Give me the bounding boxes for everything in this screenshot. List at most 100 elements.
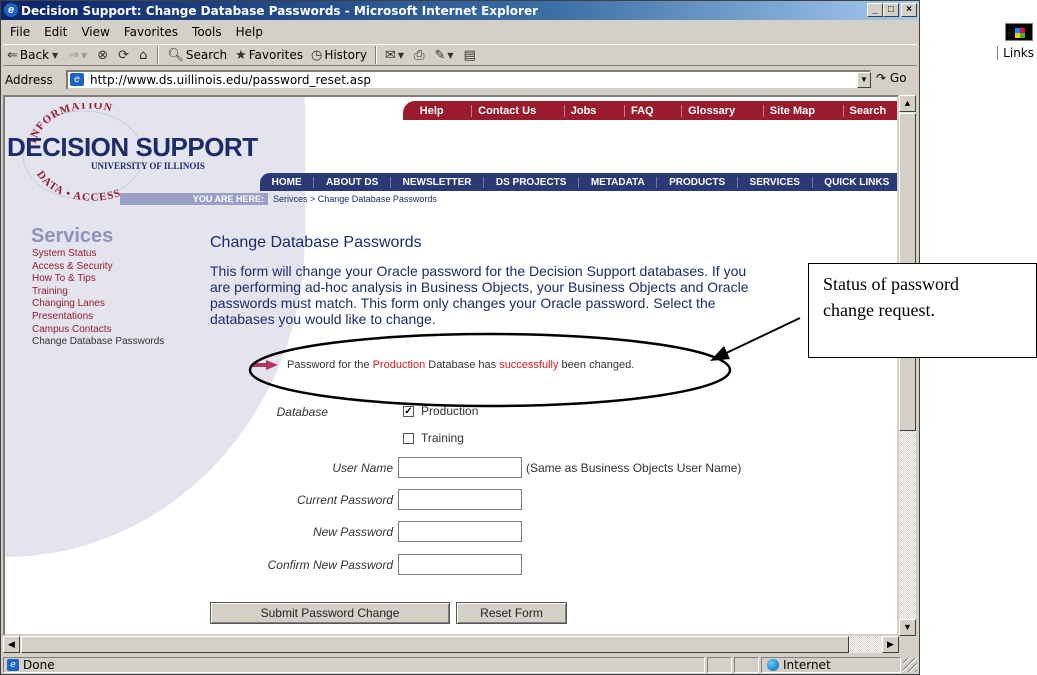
toolbar-separator (375, 46, 378, 64)
home-button[interactable]: ⌂ (139, 48, 149, 63)
security-zone-panel: Internet (761, 657, 901, 673)
confirm-password-label: Confirm New Password (267, 558, 393, 572)
dropdown-icon: ▼ (52, 50, 59, 60)
refresh-button[interactable]: ⟳ (118, 48, 131, 63)
nav-faq[interactable]: FAQ (623, 104, 660, 117)
print-button[interactable]: ⎙ (414, 48, 426, 63)
menu-tools[interactable]: Tools (192, 25, 222, 39)
nav-products[interactable]: PRODUCTS (656, 176, 736, 188)
scroll-right-button[interactable]: ▶ (882, 636, 899, 653)
go-button[interactable]: ↷ Go (876, 71, 907, 85)
current-password-label: Current Password (296, 493, 393, 507)
print-icon: ⎙ (414, 47, 425, 63)
mail-button[interactable]: ✉ ▼ (385, 48, 406, 63)
menu-file[interactable]: File (10, 25, 30, 39)
menu-edit[interactable]: Edit (44, 25, 67, 39)
nav-site-map[interactable]: Site Map (762, 104, 821, 117)
forward-button[interactable]: ⇒ ▼ (68, 48, 89, 63)
page-viewport: Help Contact Us Jobs FAQ Glossary Site M… (3, 95, 899, 636)
links-button[interactable]: Links (997, 46, 1034, 60)
username-hint: (Same as Business Objects User Name) (526, 461, 742, 475)
username-input[interactable] (398, 457, 522, 478)
close-button[interactable]: × (901, 3, 917, 17)
horizontal-scroll-thumb[interactable] (21, 636, 849, 653)
nav-ds-projects[interactable]: DS PROJECTS (483, 176, 578, 188)
svg-text:DATA • ACCESS: DATA • ACCESS (34, 169, 123, 204)
nav-contact-us[interactable]: Contact Us (471, 104, 542, 117)
sidebar-item-changing-lanes[interactable]: Changing Lanes (32, 298, 164, 311)
menu-view[interactable]: View (81, 25, 109, 39)
back-button[interactable]: ⇐ Back ▼ (7, 48, 60, 63)
page-title: Change Database Passwords (210, 234, 422, 251)
nav-quick-links[interactable]: QUICK LINKS (811, 176, 897, 188)
sidebar-item-change-database-passwords[interactable]: Change Database Passwords (32, 336, 164, 349)
address-dropdown-button[interactable]: ▼ (857, 72, 871, 88)
nav-newsletter[interactable]: NEWSLETTER (389, 176, 483, 188)
section-title: Services (31, 225, 114, 247)
discuss-button[interactable]: ▤ (464, 48, 478, 63)
stop-button[interactable]: ⊗ (97, 48, 110, 63)
current-password-input[interactable] (398, 489, 522, 510)
favorites-icon: ★ (235, 47, 247, 63)
submit-password-change-button[interactable]: Submit Password Change (210, 602, 450, 624)
favorites-button[interactable]: ★ Favorites (235, 48, 303, 63)
status-bar: e Done Internet (1, 655, 918, 674)
menu-bar: File Edit View Favorites Tools Help (3, 22, 917, 42)
utility-nav: Help Contact Us Jobs FAQ Glossary Site M… (403, 101, 897, 120)
sidebar-item-presentations[interactable]: Presentations (32, 311, 164, 324)
back-arrow-icon: ⇐ (7, 47, 18, 63)
username-label: User Name (332, 461, 393, 475)
menu-help[interactable]: Help (236, 25, 263, 39)
edit-button[interactable]: ✎ ▼ (434, 48, 455, 63)
resize-grip[interactable] (903, 658, 917, 672)
ie-logo-icon: e (4, 3, 18, 17)
internet-globe-icon (767, 659, 779, 671)
site-logo-university: UNIVERSITY OF ILLINOIS (91, 161, 205, 171)
scroll-left-button[interactable]: ◀ (3, 636, 20, 653)
scroll-down-button[interactable]: ▼ (899, 619, 916, 636)
nav-search[interactable]: Search (842, 104, 893, 117)
nav-metadata[interactable]: METADATA (578, 176, 656, 188)
nav-services[interactable]: SERVICES (736, 176, 812, 188)
refresh-icon: ⟳ (118, 47, 130, 63)
maximize-button[interactable]: □ (883, 3, 899, 17)
new-password-label: New Password (312, 525, 393, 539)
sidebar-item-how-to-tips[interactable]: How To & Tips (32, 273, 164, 286)
history-button[interactable]: ◷ History (311, 48, 367, 63)
nav-home[interactable]: HOME (260, 177, 313, 188)
status-text-panel: e Done (3, 657, 705, 673)
new-password-input[interactable] (398, 521, 522, 542)
you-are-here-label: YOU ARE HERE: (120, 193, 268, 205)
discuss-icon: ▤ (463, 47, 476, 63)
search-button[interactable]: 🔍︎ Search (167, 48, 227, 63)
nav-jobs[interactable]: Jobs (563, 104, 603, 117)
dropdown-icon: ▼ (81, 50, 88, 60)
status-message: Password for the Production Database has… (287, 359, 635, 371)
sidebar-item-training[interactable]: Training (32, 286, 164, 299)
mail-icon: ✉ (385, 47, 396, 63)
training-label: Training (421, 431, 464, 445)
breadcrumb: Serivces > Change Database Passwords (273, 194, 437, 204)
sidebar-item-campus-contacts[interactable]: Campus Contacts (32, 324, 164, 337)
nav-about-ds[interactable]: ABOUT DS (313, 176, 390, 188)
status-panel (707, 657, 732, 673)
database-label: Database (276, 405, 328, 419)
sidebar-item-system-status[interactable]: System Status (32, 248, 164, 261)
main-nav: HOME ABOUT DS NEWSLETTER DS PROJECTS MET… (260, 173, 897, 191)
sidebar-item-access-security[interactable]: Access & Security (32, 261, 164, 274)
minimize-button[interactable]: _ (867, 3, 883, 17)
reset-form-button[interactable]: Reset Form (456, 602, 567, 624)
standard-toolbar: ⇐ Back ▼ ⇒ ▼ ⊗ ⟳ ⌂ 🔍︎ Search ★ Favorites… (3, 44, 917, 66)
menu-favorites[interactable]: Favorites (124, 25, 178, 39)
scroll-up-button[interactable]: ▲ (899, 95, 916, 112)
history-icon: ◷ (310, 47, 323, 63)
nav-glossary[interactable]: Glossary (681, 104, 741, 117)
edit-icon: ✎ (434, 47, 446, 63)
training-checkbox[interactable] (403, 433, 414, 444)
nav-help[interactable]: Help (414, 105, 450, 117)
site-logo-title: DECISION SUPPORT (7, 132, 258, 162)
address-input[interactable]: http://www.ds.uillinois.edu/password_res… (66, 70, 871, 90)
confirm-password-input[interactable] (398, 554, 522, 575)
search-icon: 🔍︎ (167, 47, 184, 63)
production-checkbox[interactable]: ✓ (403, 406, 414, 417)
